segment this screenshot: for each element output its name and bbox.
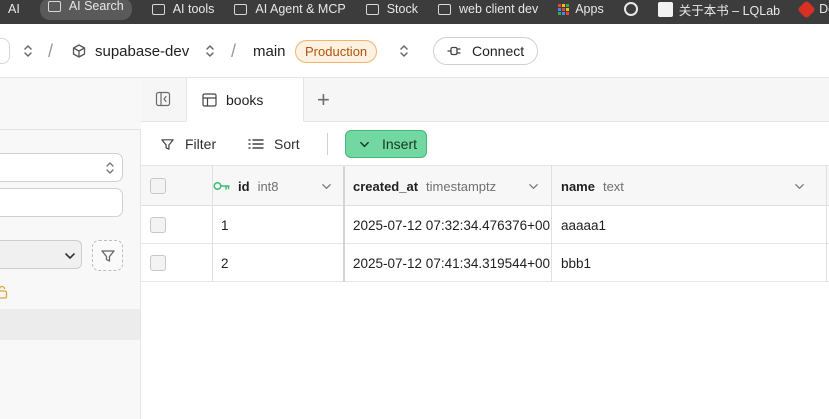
branch-name: main — [253, 42, 286, 60]
column-header-name[interactable]: name text — [561, 166, 817, 206]
filter-icon — [100, 248, 116, 264]
bookmark-lqlab[interactable]: 关于本书 – LQLab — [657, 1, 780, 22]
row-checkbox[interactable] — [150, 255, 166, 271]
cell-id[interactable]: 2 — [221, 244, 341, 282]
connect-label: Connect — [472, 43, 525, 59]
tab-label: books — [226, 91, 264, 108]
column-type: text — [602, 178, 624, 194]
table-row[interactable]: 1 2025-07-12 07:32:34.476376+00 aaaaa1 — [141, 206, 829, 244]
cell-name[interactable]: aaaaa1 — [561, 206, 821, 244]
column-header-created-at[interactable]: created_at timestamptz — [353, 166, 551, 206]
connect-wrap: Connect — [433, 24, 539, 78]
breadcrumb-separator: / — [48, 40, 54, 61]
select-all-checkbox[interactable] — [150, 178, 166, 194]
column-name: created_at — [353, 178, 419, 194]
add-tab-button[interactable]: + — [317, 89, 330, 111]
chevron-up-down-icon — [399, 44, 409, 58]
folder-icon — [151, 3, 165, 15]
production-badge: Production — [295, 39, 378, 63]
filter-button[interactable]: Filter — [160, 122, 216, 166]
project-header: / supabase-dev / main Production Connect — [0, 24, 829, 78]
sort-list-icon — [248, 138, 264, 150]
globe-icon — [623, 2, 638, 16]
lock-icon — [0, 285, 8, 304]
environment-badge-wrap: Production — [295, 24, 378, 78]
cell-created-at[interactable]: 2025-07-12 07:32:34.476376+00 — [353, 206, 550, 244]
schema-selector[interactable] — [0, 153, 123, 182]
bookmark-web-client-dev[interactable]: web client dev — [437, 2, 538, 22]
chevron-down-icon[interactable] — [528, 180, 539, 195]
table-row[interactable]: 2 2025-07-12 07:41:34.319544+00 bbb1 — [141, 244, 829, 282]
toolbar-divider — [327, 133, 328, 155]
folder-icon — [365, 3, 379, 15]
column-divider[interactable] — [551, 166, 552, 282]
insert-button[interactable]: Insert — [345, 130, 427, 158]
bookmark-globe[interactable] — [623, 2, 638, 22]
sort-button[interactable]: Sort — [248, 122, 300, 166]
bookmarks-bar: AI AI Search AI tools AI Agent & MCP Sto… — [0, 0, 829, 24]
folder-icon — [234, 3, 248, 15]
breadcrumb-separator: / — [231, 40, 237, 61]
column-header-id[interactable]: id int8 — [213, 166, 344, 206]
folder-icon — [437, 3, 451, 15]
bookmark-ai-search[interactable]: AI Search — [39, 0, 132, 20]
tab-bar: books + — [141, 78, 829, 122]
branch-selector[interactable]: main — [253, 24, 286, 78]
column-divider-frozen[interactable] — [343, 166, 345, 282]
filter-label: Filter — [185, 136, 217, 152]
filter-icon — [160, 137, 175, 152]
primary-key-icon — [213, 181, 230, 191]
folder-icon — [47, 0, 61, 12]
apps-grid-icon — [558, 3, 570, 15]
grid-toolbar: Filter Sort Insert — [141, 122, 829, 166]
plug-icon — [447, 45, 463, 57]
chevron-down-icon — [359, 139, 370, 150]
column-divider[interactable] — [826, 166, 827, 282]
sidebar-item-books-selected[interactable] — [0, 309, 140, 340]
insert-label: Insert — [382, 136, 418, 152]
table-icon — [202, 92, 217, 107]
column-divider — [212, 166, 213, 282]
bookmark-dot[interactable]: Dot — [797, 0, 829, 22]
column-name: id — [238, 178, 250, 194]
branch-switcher-chevron[interactable] — [399, 24, 409, 78]
filter-tables-button[interactable] — [92, 240, 123, 271]
column-type: timestamptz — [426, 178, 497, 194]
sort-label: Sort — [274, 136, 300, 152]
bookmark-apps[interactable]: Apps — [558, 2, 604, 22]
sidebar-header — [0, 78, 141, 130]
project-switcher-chevron[interactable] — [205, 24, 215, 78]
lqlab-favicon-icon — [657, 1, 673, 17]
sort-dropdown[interactable] — [0, 240, 82, 269]
cell-id[interactable]: 1 — [221, 206, 341, 244]
cell-name[interactable]: bbb1 — [561, 244, 821, 282]
project-selector[interactable]: supabase-dev — [72, 24, 189, 78]
connect-button[interactable]: Connect — [433, 37, 539, 65]
bookmark-stock[interactable]: Stock — [365, 2, 418, 22]
bookmark-ai-agent-mcp[interactable]: AI Agent & MCP — [234, 2, 346, 22]
row-checkbox[interactable] — [150, 217, 166, 233]
bookmark-ai[interactable]: AI — [8, 2, 20, 22]
chevron-down-icon[interactable] — [321, 180, 332, 195]
org-selector[interactable] — [0, 38, 10, 64]
org-switcher-chevron[interactable] — [23, 24, 33, 78]
chevron-up-down-icon — [105, 161, 115, 180]
chevron-up-down-icon — [23, 44, 33, 58]
box-icon — [72, 44, 86, 58]
chevron-down-icon[interactable] — [794, 180, 805, 195]
column-name: name — [561, 178, 595, 194]
table-editor-sidebar — [0, 78, 141, 419]
red-favicon-icon — [797, 0, 816, 19]
sidebar-collapse-icon[interactable] — [155, 91, 171, 112]
bookmark-ai-tools[interactable]: AI tools — [151, 2, 214, 22]
tab-books[interactable]: books — [186, 78, 304, 122]
chevron-down-icon — [64, 249, 76, 267]
table-search-input[interactable] — [0, 188, 123, 217]
chevron-up-down-icon — [205, 44, 215, 58]
cell-created-at[interactable]: 2025-07-12 07:41:34.319544+00 — [353, 244, 550, 282]
column-type: int8 — [257, 178, 279, 194]
data-grid: id int8 created_at timestamptz name text… — [141, 166, 829, 419]
project-name: supabase-dev — [95, 42, 190, 60]
